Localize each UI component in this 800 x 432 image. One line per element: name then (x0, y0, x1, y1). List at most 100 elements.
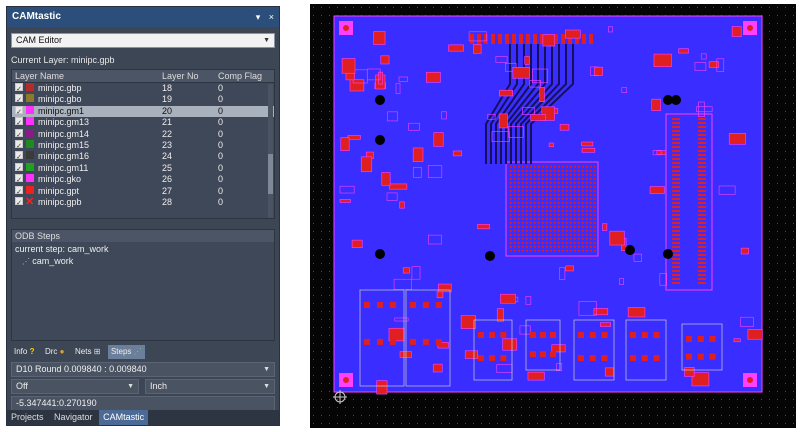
connector-pin (698, 266, 706, 268)
layer-row[interactable]: ✓ minipc.gbp 18 0 (12, 83, 274, 94)
scrollbar-thumb[interactable] (268, 154, 273, 194)
component (436, 291, 444, 299)
layer-visible-checkbox[interactable]: ✓ (15, 117, 23, 127)
bga-ball (550, 246, 552, 248)
port-pad (653, 332, 660, 338)
header-pin (582, 34, 586, 44)
layer-visible-checkbox[interactable]: ✓ (15, 196, 23, 207)
bga-ball (534, 246, 536, 248)
mode-select-value: Off (16, 381, 28, 391)
connector-pin (672, 138, 680, 140)
layer-comp-flag: 0 (218, 83, 224, 93)
layer-row[interactable]: ✓ minipc.gm15 23 0 (12, 139, 274, 151)
tab-steps[interactable]: Steps ⋰ (107, 345, 145, 359)
layer-color-swatch[interactable] (26, 117, 34, 126)
col-layer-no[interactable]: Layer No (162, 71, 199, 81)
bga-ball (554, 246, 556, 248)
layer-color-swatch[interactable] (26, 94, 34, 103)
bga-ball (522, 166, 524, 168)
no-color-icon[interactable]: ✕ (25, 196, 34, 208)
bga-ball (582, 178, 584, 180)
bga-ball (566, 182, 568, 184)
col-layer-name[interactable]: Layer Name (15, 71, 64, 81)
step-item[interactable]: ⋰ cam_work (22, 256, 73, 266)
bga-ball (574, 178, 576, 180)
bga-ball (534, 166, 536, 168)
tab-projects[interactable]: Projects (7, 410, 48, 425)
port-pad (550, 332, 556, 338)
layer-row[interactable]: ✓ minipc.gm13 21 0 (12, 117, 274, 128)
layer-visible-checkbox[interactable]: ✓ (15, 94, 23, 104)
component (551, 344, 566, 353)
header-pin (589, 34, 593, 44)
layer-color-swatch[interactable] (26, 139, 34, 148)
bga-ball (530, 190, 532, 192)
layer-color-swatch[interactable] (26, 83, 34, 91)
tab-camtastic[interactable]: CAMtastic (99, 410, 149, 425)
component (740, 247, 749, 255)
unit-select[interactable]: Inch ▼ (145, 379, 275, 394)
mode-select[interactable]: Off ▼ (11, 379, 139, 394)
connector-pin (672, 246, 680, 248)
pcb-canvas[interactable] (310, 4, 796, 428)
layer-scrollbar[interactable] (268, 84, 273, 218)
pcb-layout-view[interactable] (310, 4, 796, 428)
layer-row[interactable]: ✓ minipc.gm1 20 0 (12, 105, 274, 118)
tab-drc[interactable]: Drc ● (42, 345, 68, 359)
tab-info[interactable]: Info ? (11, 345, 37, 359)
connector-pin (698, 238, 706, 240)
tab-navigator[interactable]: Navigator (50, 410, 97, 425)
layer-color-swatch[interactable] (26, 151, 34, 160)
layer-comp-flag: 0 (218, 128, 224, 139)
bga-ball (562, 194, 564, 196)
bga-ball (518, 250, 520, 252)
dropdown-menu-icon[interactable]: ▾ (256, 12, 261, 22)
bga-ball (578, 194, 580, 196)
component (708, 61, 720, 68)
layer-color-swatch[interactable] (26, 185, 34, 194)
bga-ball (542, 230, 544, 232)
bga-ball (546, 178, 548, 180)
layer-visible-checkbox[interactable]: ✓ (15, 185, 23, 196)
drc-icon: ● (59, 347, 65, 356)
layer-visible-checkbox[interactable]: ✓ (15, 174, 23, 184)
bga-ball (526, 170, 528, 172)
layer-row[interactable]: ✓ minipc.gbo 19 0 (12, 94, 274, 105)
layer-row[interactable]: ✓ minipc.gm11 25 0 (12, 162, 274, 174)
bga-ball (542, 194, 544, 196)
editor-select[interactable]: CAM Editor ▼ (11, 33, 275, 48)
layer-visible-checkbox[interactable]: ✓ (15, 83, 23, 93)
layer-visible-checkbox[interactable]: ✓ (15, 162, 23, 173)
bga-ball (550, 186, 552, 188)
tab-nets[interactable]: Nets ⊞ (72, 345, 103, 359)
layer-color-swatch[interactable] (26, 174, 34, 183)
layer-color-swatch[interactable] (26, 162, 34, 171)
layer-visible-checkbox[interactable]: ✓ (15, 128, 23, 139)
layer-row[interactable]: ✓ minipc.gm16 24 0 (12, 151, 274, 162)
layer-visible-checkbox[interactable]: ✓ (15, 151, 23, 161)
layer-visible-checkbox[interactable]: ✓ (15, 105, 23, 116)
layer-row[interactable]: ✓ ✕ minipc.gpb 28 0 (12, 196, 274, 208)
layer-visible-checkbox[interactable]: ✓ (15, 139, 23, 150)
connector-pin (698, 134, 706, 136)
component (604, 367, 615, 377)
connector-pin (698, 246, 706, 248)
layer-number: 22 (162, 128, 173, 139)
bga-ball (570, 170, 572, 172)
connector-pin (698, 214, 706, 216)
layer-row[interactable]: ✓ minipc.gko 26 0 (12, 174, 274, 185)
bga-ball (538, 170, 540, 172)
bga-ball (546, 170, 548, 172)
layer-color-swatch[interactable] (26, 105, 34, 114)
layer-color-swatch[interactable] (26, 128, 34, 137)
bga-ball (518, 246, 520, 248)
bga-ball (582, 250, 584, 252)
coordinates-field[interactable]: -5.347441:0.270190 (11, 396, 275, 411)
bga-ball (550, 182, 552, 184)
layer-row[interactable]: ✓ minipc.gpt 27 0 (12, 185, 274, 197)
port-pad (422, 338, 429, 345)
aperture-select[interactable]: D10 Round 0.009840 : 0.009840 ▼ (11, 362, 275, 377)
layer-row[interactable]: ✓ minipc.gm14 22 0 (12, 128, 274, 140)
col-comp-flag[interactable]: Comp Flag (218, 71, 262, 81)
close-icon[interactable]: × (269, 12, 274, 22)
